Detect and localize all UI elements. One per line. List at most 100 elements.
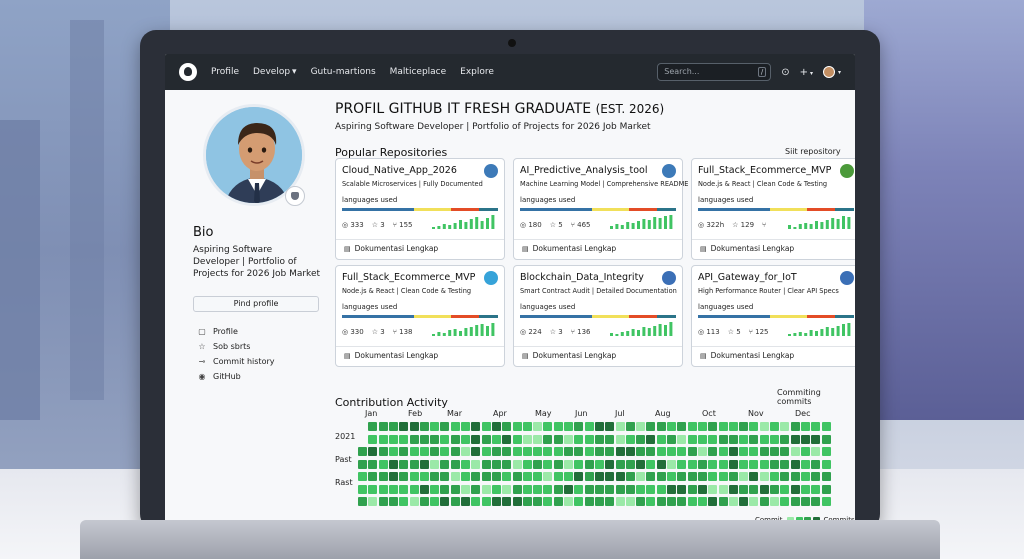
contribution-cell[interactable] (522, 497, 532, 506)
contribution-cell[interactable] (440, 459, 450, 469)
contribution-cell[interactable] (739, 422, 749, 431)
contribution-cell[interactable] (430, 472, 440, 481)
nav-item-explore[interactable]: Explore (460, 67, 494, 77)
contribution-cell[interactable] (677, 434, 687, 444)
contribution-cell[interactable] (656, 434, 666, 444)
contribution-cell[interactable] (378, 422, 388, 431)
contribution-cell[interactable] (461, 497, 470, 506)
contribution-cell[interactable] (553, 447, 563, 456)
contribution-cell[interactable] (399, 484, 409, 494)
contribution-cell[interactable] (543, 447, 553, 456)
nav-item-gutu-martions[interactable]: Gutu-martions (311, 67, 376, 77)
contribution-cell[interactable] (625, 434, 635, 444)
contribution-cell[interactable] (759, 434, 769, 444)
contribution-cell[interactable] (543, 472, 553, 481)
repo-name-link[interactable]: AI_Predictive_Analysis_tool (520, 165, 648, 176)
contribution-cell[interactable] (564, 434, 573, 444)
contribution-cell[interactable] (409, 422, 419, 431)
profile-link-3[interactable]: ◉ GitHub (197, 369, 274, 384)
contribution-cell[interactable] (780, 472, 790, 481)
contribution-cell[interactable] (584, 459, 594, 469)
contribution-cell[interactable] (605, 447, 615, 456)
contribution-cell[interactable] (780, 484, 790, 494)
contribution-cell[interactable] (800, 484, 810, 494)
contribution-cell[interactable] (790, 447, 800, 456)
contribution-cell[interactable] (430, 422, 440, 431)
contribution-cell[interactable] (564, 484, 573, 494)
repo-card[interactable]: Blockchain_Data_Integrity Smart Contract … (513, 265, 683, 367)
contribution-cell[interactable] (749, 447, 759, 456)
contribution-cell[interactable] (543, 434, 553, 444)
contribution-cell[interactable] (574, 484, 584, 494)
contribution-cell[interactable] (430, 497, 440, 506)
contribution-cell[interactable] (811, 434, 821, 444)
contribution-cell[interactable] (574, 447, 584, 456)
contribution-cell[interactable] (739, 497, 749, 506)
contribution-cell[interactable] (759, 459, 769, 469)
contribution-cell[interactable] (594, 484, 604, 494)
contribution-cell[interactable] (419, 422, 429, 431)
contribution-cell[interactable] (790, 472, 800, 481)
contribution-cell[interactable] (564, 472, 573, 481)
contribution-cell[interactable] (388, 447, 398, 456)
contribution-cell[interactable] (687, 459, 697, 469)
contribution-cell[interactable] (399, 434, 409, 444)
contribution-cell[interactable] (574, 497, 584, 506)
see-repositories-link[interactable]: Siit repository (785, 147, 841, 156)
contribution-cell[interactable] (646, 447, 656, 456)
contribution-cell[interactable] (625, 472, 635, 481)
contribution-cell[interactable] (553, 472, 563, 481)
contribution-cell[interactable] (636, 459, 646, 469)
contribution-cell[interactable] (656, 497, 666, 506)
contribution-cell[interactable] (625, 497, 635, 506)
contribution-cell[interactable] (687, 422, 697, 431)
contribution-cell[interactable] (358, 497, 367, 506)
contribution-cell[interactable] (399, 497, 409, 506)
contribution-cell[interactable] (636, 484, 646, 494)
contribution-cell[interactable] (718, 447, 728, 456)
contribution-cell[interactable] (780, 447, 790, 456)
contribution-cell[interactable] (440, 497, 450, 506)
contribution-cell[interactable] (368, 422, 378, 431)
contribution-cell[interactable] (378, 472, 388, 481)
contribution-cell[interactable] (739, 484, 749, 494)
contribution-cell[interactable] (605, 434, 615, 444)
star-icon[interactable]: ☆ 5 (728, 328, 741, 336)
profile-link-1[interactable]: ☆ Sob sbrts (197, 339, 274, 354)
contribution-cell[interactable] (461, 447, 470, 456)
contribution-cell[interactable] (512, 472, 522, 481)
contribution-cell[interactable] (636, 472, 646, 481)
repo-card[interactable]: Full_Stack_Ecommerce_MVP Node.js & React … (691, 158, 855, 260)
contribution-cell[interactable] (399, 447, 409, 456)
contribution-cell[interactable] (739, 434, 749, 444)
contribution-cell[interactable] (646, 422, 656, 431)
contribution-cell[interactable] (697, 484, 707, 494)
contribution-cell[interactable] (708, 484, 718, 494)
contribution-cell[interactable] (533, 472, 543, 481)
contribution-cell[interactable] (718, 422, 728, 431)
contribution-cell[interactable] (419, 434, 429, 444)
contribution-cell[interactable] (543, 484, 553, 494)
contribution-cell[interactable] (667, 497, 676, 506)
star-icon[interactable]: ☆ 5 (550, 221, 563, 229)
fork-icon[interactable]: ⑂ 155 (393, 221, 413, 229)
contribution-cell[interactable] (759, 472, 769, 481)
contribution-cell[interactable] (533, 459, 543, 469)
contribution-cell[interactable] (656, 472, 666, 481)
github-logo-icon[interactable] (179, 63, 197, 81)
contribution-cell[interactable] (481, 447, 491, 456)
contribution-cell[interactable] (358, 472, 367, 481)
contribution-cell[interactable] (522, 422, 532, 431)
contribution-cell[interactable] (388, 484, 398, 494)
contribution-cell[interactable] (667, 484, 676, 494)
contribution-cell[interactable] (491, 459, 501, 469)
contribution-cell[interactable] (409, 472, 419, 481)
contribution-cell[interactable] (512, 447, 522, 456)
contribution-cell[interactable] (491, 422, 501, 431)
contribution-cell[interactable] (770, 447, 779, 456)
contribution-cell[interactable] (430, 447, 440, 456)
contribution-cell[interactable] (440, 484, 450, 494)
contribution-cell[interactable] (419, 484, 429, 494)
contribution-cell[interactable] (697, 434, 707, 444)
contribution-cell[interactable] (419, 472, 429, 481)
